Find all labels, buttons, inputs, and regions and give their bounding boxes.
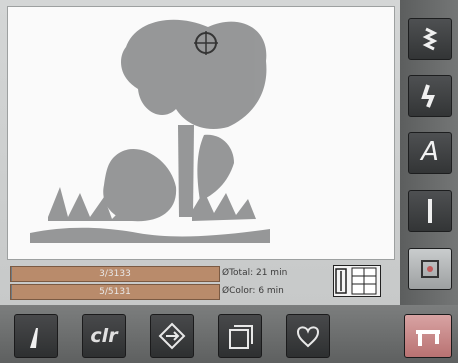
side-toolbar: A [400, 0, 458, 305]
alphabet-button[interactable]: A [408, 132, 452, 174]
grass-right [192, 191, 256, 221]
embroidery-icon [421, 260, 439, 278]
memory-button[interactable] [286, 314, 330, 358]
color-counter: 5/5131 [99, 287, 131, 297]
single-bar-icon [428, 199, 432, 223]
alphabet-icon: A [421, 137, 439, 167]
size-arrows-icon [335, 267, 377, 295]
motif-svg [30, 19, 270, 243]
stitch-types-button[interactable] [408, 75, 452, 117]
clr-icon: clr [90, 325, 118, 347]
total-time: ØTotal: 21 min [222, 268, 288, 278]
move-button[interactable] [150, 314, 194, 358]
leaf-left [103, 148, 177, 222]
leaf-right [197, 134, 234, 201]
flower-head [121, 19, 267, 129]
embroidery-screen: 3/3133 5/5131 ØTotal: 21 min ØColor: 6 m… [0, 0, 400, 305]
lightning-icon [421, 84, 435, 108]
sewing-machine-icon [416, 330, 440, 346]
needle-icon [30, 328, 38, 348]
stitch-progress-bar: 3/3133 [10, 266, 220, 282]
sewing-mode-button[interactable] [404, 314, 452, 358]
color-time: ØColor: 6 min [222, 286, 284, 296]
color-progress-bar: 5/5131 [10, 284, 220, 300]
ground [30, 227, 270, 243]
embroidery-button[interactable] [408, 248, 452, 290]
stitch-counter: 3/3133 [99, 269, 131, 279]
hoop-icon [229, 325, 253, 349]
hoop-button[interactable] [218, 314, 262, 358]
bottom-toolbar: clr [0, 305, 458, 363]
clear-button[interactable]: clr [82, 314, 126, 358]
heart-icon [296, 326, 320, 348]
embroidery-canvas[interactable] [7, 6, 395, 260]
size-indicator [333, 265, 381, 297]
move-arrows-icon [158, 322, 186, 350]
single-bar-button[interactable] [408, 190, 452, 232]
stitch-back-button[interactable] [14, 314, 58, 358]
stem [178, 125, 194, 217]
stitch-icon [422, 27, 438, 51]
stitch-button[interactable] [408, 18, 452, 60]
